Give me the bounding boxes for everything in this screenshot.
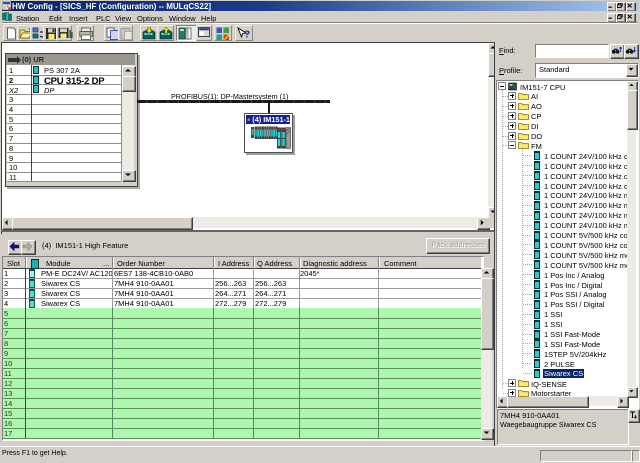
svg-text:?: ? <box>244 30 250 40</box>
